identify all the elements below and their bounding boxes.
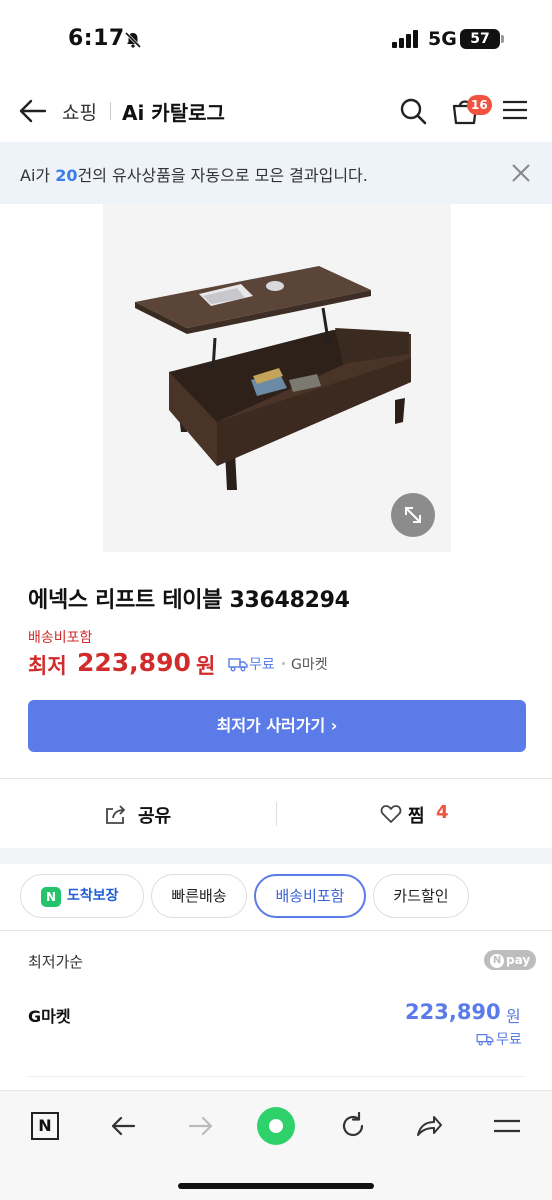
- filter-chip-label: 도착보장: [67, 888, 119, 904]
- green-dot-button[interactable]: [257, 1107, 295, 1145]
- seller-name: G마켓: [291, 657, 328, 673]
- status-bar: 6:17 5G 57: [0, 0, 552, 80]
- search-icon[interactable]: [398, 96, 428, 126]
- zoom-image-button[interactable]: [391, 493, 435, 537]
- naver-n-icon: N: [41, 887, 61, 907]
- bell-muted-icon: [124, 31, 142, 49]
- like-count: 4: [436, 802, 449, 823]
- sort-lowest-price[interactable]: 최저가순: [28, 951, 83, 972]
- filter-chip-arrival-guarantee[interactable]: N 도착보장: [20, 874, 144, 918]
- arrow-left-icon[interactable]: [18, 98, 48, 124]
- divider: [28, 1076, 524, 1077]
- truck-icon: [228, 658, 248, 672]
- free-shipping-label: 무료: [249, 657, 275, 673]
- status-time: 6:17: [68, 26, 125, 51]
- share-button[interactable]: 공유: [138, 802, 171, 828]
- home-indicator[interactable]: [178, 1183, 374, 1189]
- battery-nub: [501, 35, 504, 43]
- refresh-icon[interactable]: [338, 1111, 368, 1141]
- battery-icon: 57: [460, 29, 500, 49]
- shopping-link[interactable]: 쇼핑: [62, 98, 97, 125]
- filter-chip-fast-delivery[interactable]: 빠른배송: [151, 874, 247, 918]
- back-arrow-icon[interactable]: [108, 1111, 138, 1141]
- ai-notice-banner: Ai가 20건의 유사상품을 자동으로 모은 결과입니다.: [0, 142, 552, 204]
- lowest-price-label: 최저: [28, 654, 67, 678]
- shipping-included-label: 배송비포함: [28, 630, 93, 646]
- action-divider: [276, 802, 277, 826]
- similar-count: 20: [55, 166, 78, 185]
- section-spacer: [0, 848, 552, 864]
- forward-arrow-icon[interactable]: [186, 1111, 216, 1141]
- page-title: Ai 카탈로그: [122, 101, 225, 125]
- menu-icon[interactable]: [492, 1111, 522, 1141]
- share-forward-icon[interactable]: [414, 1111, 444, 1141]
- filter-chip-card-discount[interactable]: 카드할인: [373, 874, 469, 918]
- product-title: 에넥스 리프트 테이블 33648294: [28, 588, 350, 613]
- cellular-signal-icon: [392, 30, 418, 48]
- share-icon[interactable]: [104, 803, 128, 825]
- like-button[interactable]: 찜: [408, 802, 425, 828]
- npay-badge: Npay: [484, 950, 536, 970]
- listing-free-shipping: 무료: [496, 1032, 522, 1048]
- listing-seller[interactable]: G마켓: [28, 1003, 71, 1027]
- divider: [0, 930, 552, 931]
- app-header: 쇼핑 Ai 카탈로그 16: [0, 80, 552, 142]
- network-type: 5G: [428, 28, 457, 50]
- naver-home-button[interactable]: N: [31, 1112, 59, 1140]
- filter-chip-shipping-included[interactable]: 배송비포함: [254, 874, 366, 918]
- price-unit: 원: [196, 654, 216, 678]
- listing-price[interactable]: 223,890: [405, 1000, 501, 1024]
- listing-price-unit: 원: [506, 1007, 521, 1026]
- separator-dot: [282, 662, 285, 665]
- buy-lowest-price-button[interactable]: 최저가 사러가기 ›: [28, 700, 526, 752]
- npay-n-icon: N: [490, 954, 504, 968]
- expand-icon: [405, 507, 421, 523]
- heart-icon[interactable]: [380, 804, 402, 824]
- divider: [0, 778, 552, 779]
- close-icon[interactable]: [510, 162, 532, 184]
- header-divider: [110, 102, 111, 120]
- hamburger-menu-icon[interactable]: [502, 99, 528, 121]
- lowest-price: 223,890: [77, 648, 191, 677]
- cart-count-badge: 16: [467, 95, 492, 115]
- notice-text: Ai가 20건의 유사상품을 자동으로 모은 결과입니다.: [20, 166, 368, 185]
- truck-icon: [476, 1034, 494, 1046]
